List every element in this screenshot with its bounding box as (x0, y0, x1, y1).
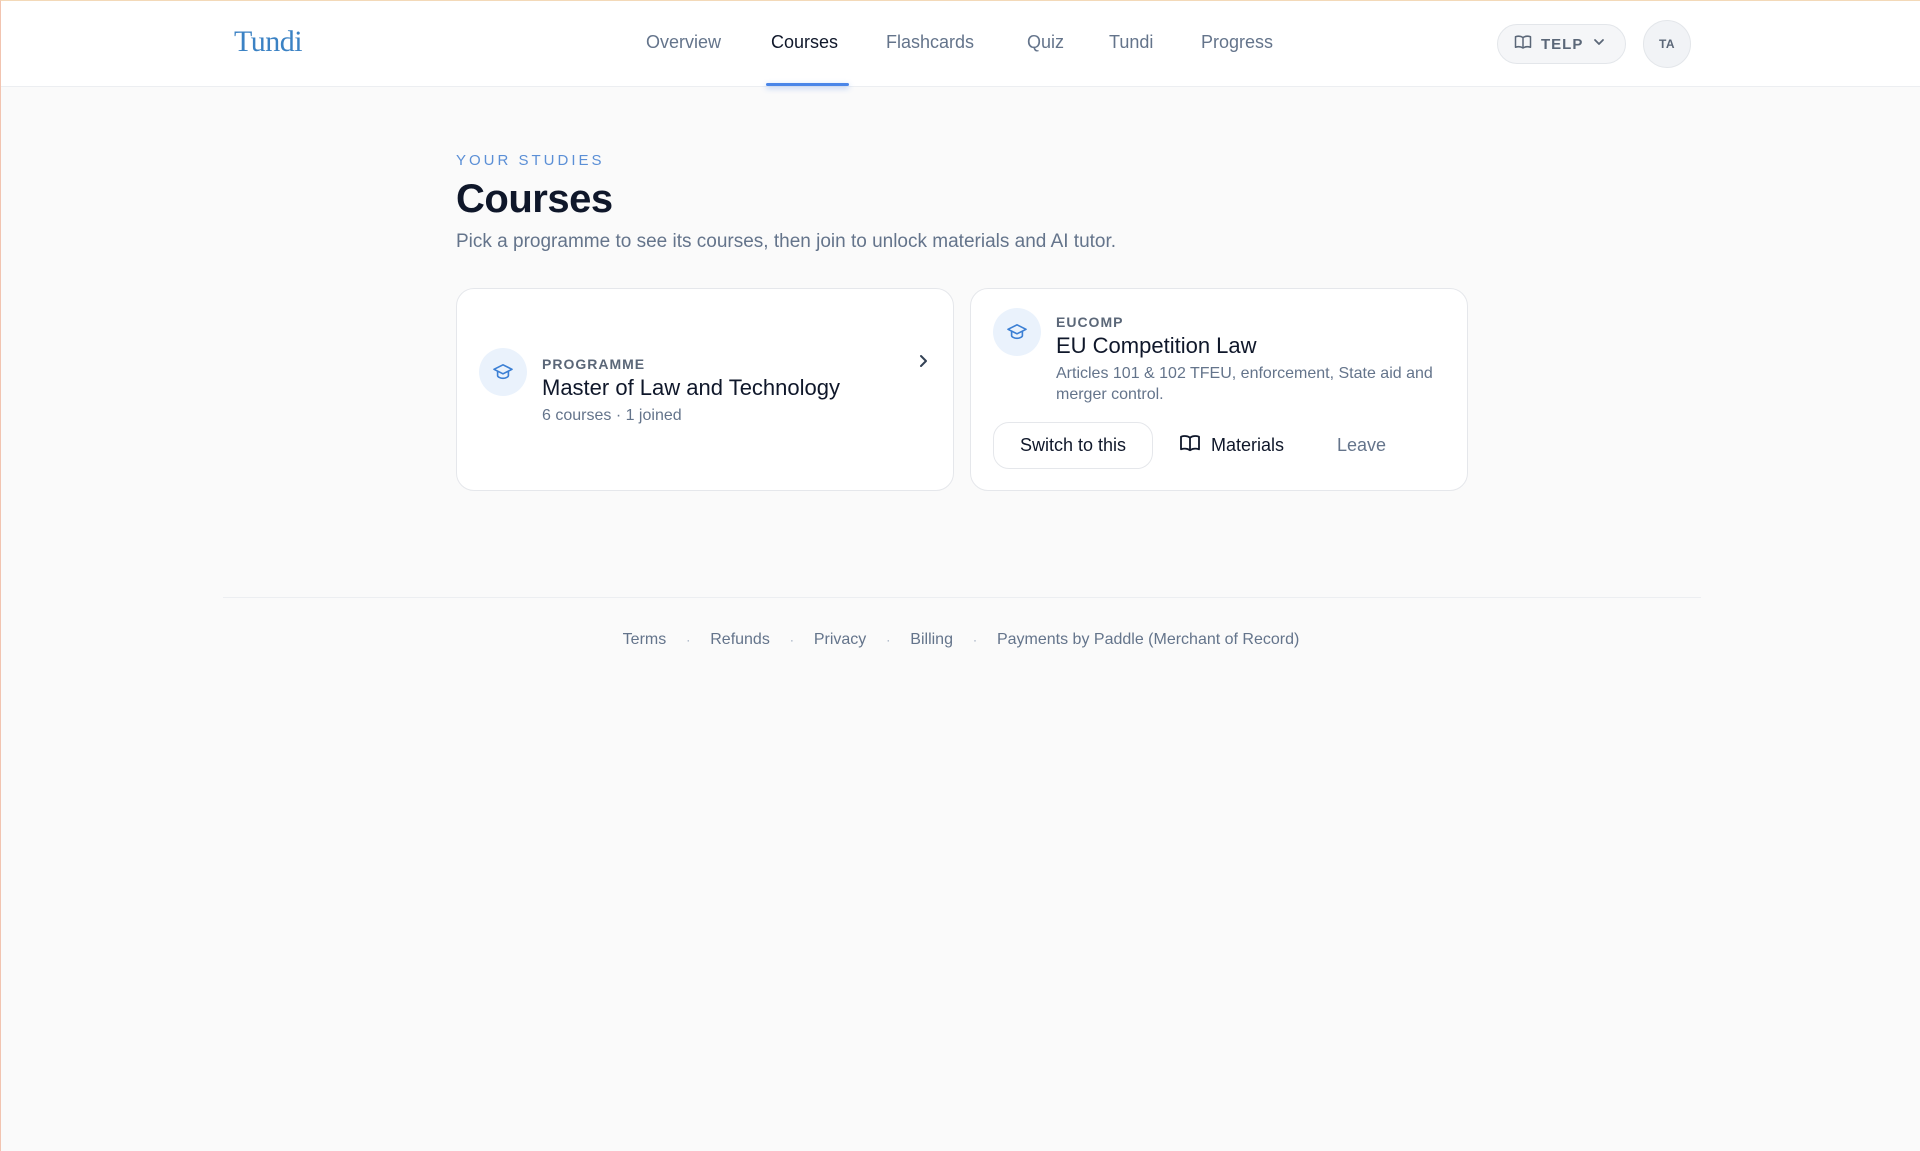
materials-label: Materials (1211, 435, 1285, 455)
footer-separator: · (886, 633, 891, 647)
materials-button[interactable]: Materials (1179, 422, 1284, 469)
programme-selector[interactable]: TELP (1497, 24, 1626, 64)
app-window: Tundi Overview Courses Flashcards Quiz T… (0, 0, 1920, 1151)
course-code: EUCOMP (1056, 314, 1124, 330)
nav-courses[interactable]: Courses (771, 32, 838, 53)
book-open-icon (1179, 434, 1201, 457)
course-description: Articles 101 & 102 TFEU, enforcement, St… (1056, 365, 1433, 403)
nav-progress[interactable]: Progress (1201, 32, 1273, 53)
leave-course-button[interactable]: Leave (1337, 422, 1386, 469)
programme-meta: 6 courses · 1 joined (542, 407, 682, 424)
footer-link-privacy[interactable]: Privacy (814, 631, 866, 649)
programme-kicker: PROGRAMME (542, 356, 646, 372)
active-tab-indicator (766, 83, 849, 86)
graduation-cap-icon (993, 308, 1041, 356)
footer-divider (223, 597, 1701, 598)
switch-course-button[interactable]: Switch to this (993, 422, 1153, 469)
footer-link-paddle[interactable]: Payments by Paddle (Merchant of Record) (997, 631, 1299, 649)
footer-separator: · (686, 633, 691, 647)
footer-separator: · (972, 633, 977, 647)
footer: Terms · Refunds · Privacy · Billing · Pa… (1, 631, 1920, 649)
graduation-cap-icon (479, 348, 527, 396)
nav-quiz[interactable]: Quiz (1027, 32, 1064, 53)
top-navbar: Tundi Overview Courses Flashcards Quiz T… (1, 1, 1920, 87)
footer-link-refunds[interactable]: Refunds (710, 631, 770, 649)
page-title: Courses (456, 177, 613, 221)
footer-link-terms[interactable]: Terms (623, 631, 667, 649)
chevron-down-icon (1592, 35, 1606, 53)
programme-selector-label: TELP (1541, 35, 1584, 53)
book-open-icon (1514, 34, 1532, 54)
chevron-right-icon[interactable] (915, 353, 931, 369)
nav-flashcards[interactable]: Flashcards (886, 32, 974, 53)
footer-separator: · (789, 633, 794, 647)
programme-card[interactable]: PROGRAMME Master of Law and Technology 6… (456, 288, 954, 491)
page-subtitle: Pick a programme to see its courses, the… (456, 231, 1117, 252)
avatar[interactable]: TA (1643, 20, 1691, 68)
course-title: EU Competition Law (1056, 333, 1257, 358)
nav-tundi[interactable]: Tundi (1109, 32, 1153, 53)
main-nav: Overview Courses Flashcards Quiz Tundi P… (1, 1, 1920, 87)
course-card: EUCOMP EU Competition Law Articles 101 &… (970, 288, 1468, 491)
nav-overview[interactable]: Overview (646, 32, 721, 53)
page-eyebrow: YOUR STUDIES (456, 152, 605, 169)
programme-title: Master of Law and Technology (542, 375, 840, 400)
footer-link-billing[interactable]: Billing (910, 631, 953, 649)
